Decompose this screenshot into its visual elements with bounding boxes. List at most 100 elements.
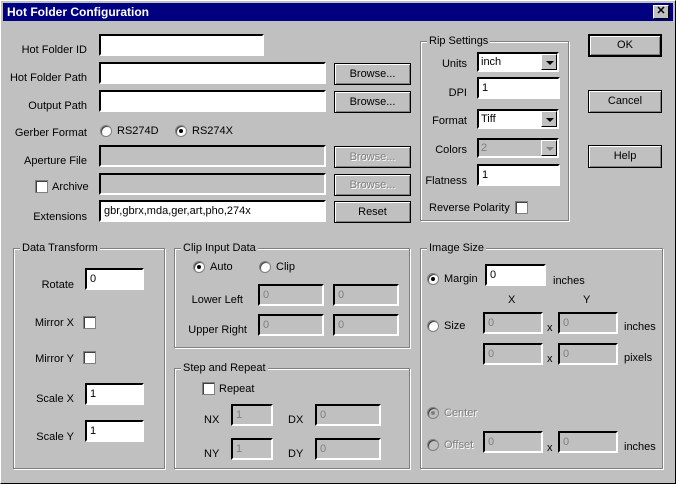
units-select[interactable]: inch <box>477 52 559 72</box>
offset-y-input[interactable] <box>558 431 618 453</box>
hot-folder-config-dialog: Hot Folder Configuration ✕ Hot Folder ID… <box>0 0 676 484</box>
window-title: Hot Folder Configuration <box>7 5 149 19</box>
dx-input[interactable] <box>315 404 381 426</box>
archive-checkbox[interactable] <box>35 180 48 193</box>
dpi-input[interactable] <box>477 77 560 99</box>
title-bar[interactable]: Hot Folder Configuration ✕ <box>3 3 673 21</box>
reverse-polarity-checkbox[interactable] <box>515 201 528 214</box>
cancel-button[interactable]: Cancel <box>588 90 662 113</box>
dy-label: DY <box>288 448 304 460</box>
center-label: Center <box>444 407 478 419</box>
mirror-y-checkbox[interactable] <box>83 351 96 364</box>
close-icon[interactable]: ✕ <box>653 5 669 19</box>
clip-auto-radio[interactable] <box>193 261 205 273</box>
aperture-file-label: Aperture File <box>24 155 87 167</box>
pixels-y-input[interactable] <box>558 343 618 365</box>
format-select[interactable]: Tiff <box>477 109 559 129</box>
ok-button[interactable]: OK <box>588 34 662 57</box>
lower-left-label: Lower Left <box>191 294 243 306</box>
format-value: Tiff <box>481 113 496 125</box>
rotate-input[interactable] <box>85 268 144 290</box>
upper-right-x-input[interactable] <box>258 314 324 336</box>
margin-input[interactable] <box>485 264 546 286</box>
aperture-file-browse-button[interactable]: Browse... <box>334 146 411 168</box>
upper-right-label: Upper Right <box>188 324 247 336</box>
help-button[interactable]: Help <box>588 145 662 168</box>
hot-folder-id-input[interactable] <box>99 34 264 56</box>
offset-radio[interactable] <box>427 439 439 451</box>
colors-select[interactable]: 2 <box>477 138 559 158</box>
output-path-browse-button[interactable]: Browse... <box>334 91 411 113</box>
nx-input[interactable] <box>231 404 273 426</box>
offset-times-label: x <box>547 442 553 454</box>
units-value: inch <box>481 56 502 68</box>
units-label: Units <box>441 58 467 70</box>
lower-left-y-input[interactable] <box>333 284 399 306</box>
mirror-y-label: Mirror Y <box>35 353 74 365</box>
clip-input-title: Clip Input Data <box>181 242 258 254</box>
rotate-label: Rotate <box>41 279 74 291</box>
flatness-label: Flatness <box>425 175 467 187</box>
dpi-label: DPI <box>448 87 467 99</box>
clip-clip-label: Clip <box>276 261 295 273</box>
offset-units-label: inches <box>624 441 656 453</box>
hot-folder-path-browse-button[interactable]: Browse... <box>334 63 411 85</box>
archive-browse-button[interactable]: Browse... <box>334 174 411 196</box>
size-label: Size <box>444 320 466 332</box>
margin-label: Margin <box>444 273 478 285</box>
archive-input[interactable] <box>99 173 326 195</box>
dx-label: DX <box>288 414 304 426</box>
center-radio[interactable] <box>427 407 439 419</box>
size-y-input[interactable] <box>558 312 618 334</box>
format-label: Format <box>432 115 467 127</box>
colors-value: 2 <box>481 142 488 154</box>
size-times-label: x <box>547 322 553 334</box>
size-x-input[interactable] <box>483 312 543 334</box>
hot-folder-path-label: Hot Folder Path <box>9 72 87 84</box>
aperture-file-input[interactable] <box>99 145 326 167</box>
pixels-x-input[interactable] <box>483 343 543 365</box>
output-path-input[interactable] <box>99 90 326 112</box>
chevron-down-icon[interactable] <box>541 111 557 127</box>
chevron-down-icon[interactable] <box>541 140 557 156</box>
pixels-units-label: pixels <box>624 352 653 364</box>
archive-label: Archive <box>52 181 89 193</box>
step-repeat-title: Step and Repeat <box>181 362 268 374</box>
scale-y-label: Scale Y <box>36 431 74 443</box>
rs274x-label: RS274X <box>192 125 233 137</box>
hot-folder-path-input[interactable] <box>99 62 326 84</box>
colors-label: Colors <box>435 144 467 156</box>
offset-label: Offset <box>444 439 474 451</box>
clip-auto-label: Auto <box>210 261 233 273</box>
margin-radio[interactable] <box>427 273 439 285</box>
rs274d-label: RS274D <box>117 125 159 137</box>
reset-button[interactable]: Reset <box>334 201 411 223</box>
ny-input[interactable] <box>231 438 273 460</box>
dy-input[interactable] <box>315 438 381 460</box>
repeat-checkbox[interactable] <box>202 382 215 395</box>
clip-clip-radio[interactable] <box>259 261 271 273</box>
scale-y-input[interactable] <box>85 420 144 442</box>
margin-units-label: inches <box>553 275 585 287</box>
lower-left-x-input[interactable] <box>258 284 324 306</box>
upper-right-y-input[interactable] <box>333 314 399 336</box>
mirror-x-label: Mirror X <box>34 317 74 329</box>
hot-folder-id-label: Hot Folder ID <box>21 44 87 56</box>
x-header: X <box>508 294 516 306</box>
offset-x-input[interactable] <box>483 431 543 453</box>
mirror-x-checkbox[interactable] <box>83 316 96 329</box>
gerber-format-label: Gerber Format <box>14 127 87 139</box>
scale-x-input[interactable] <box>85 383 144 405</box>
image-size-title: Image Size <box>427 242 487 254</box>
scale-x-label: Scale X <box>36 393 74 405</box>
rs274d-radio[interactable] <box>100 125 112 137</box>
output-path-label: Output Path <box>28 100 87 112</box>
chevron-down-icon[interactable] <box>541 54 557 70</box>
extensions-input[interactable] <box>99 200 326 222</box>
nx-label: NX <box>204 414 220 426</box>
size-units-label: inches <box>624 321 656 333</box>
rs274x-radio[interactable] <box>175 125 187 137</box>
ny-label: NY <box>204 448 220 460</box>
size-radio[interactable] <box>427 320 439 332</box>
flatness-input[interactable] <box>477 164 560 186</box>
